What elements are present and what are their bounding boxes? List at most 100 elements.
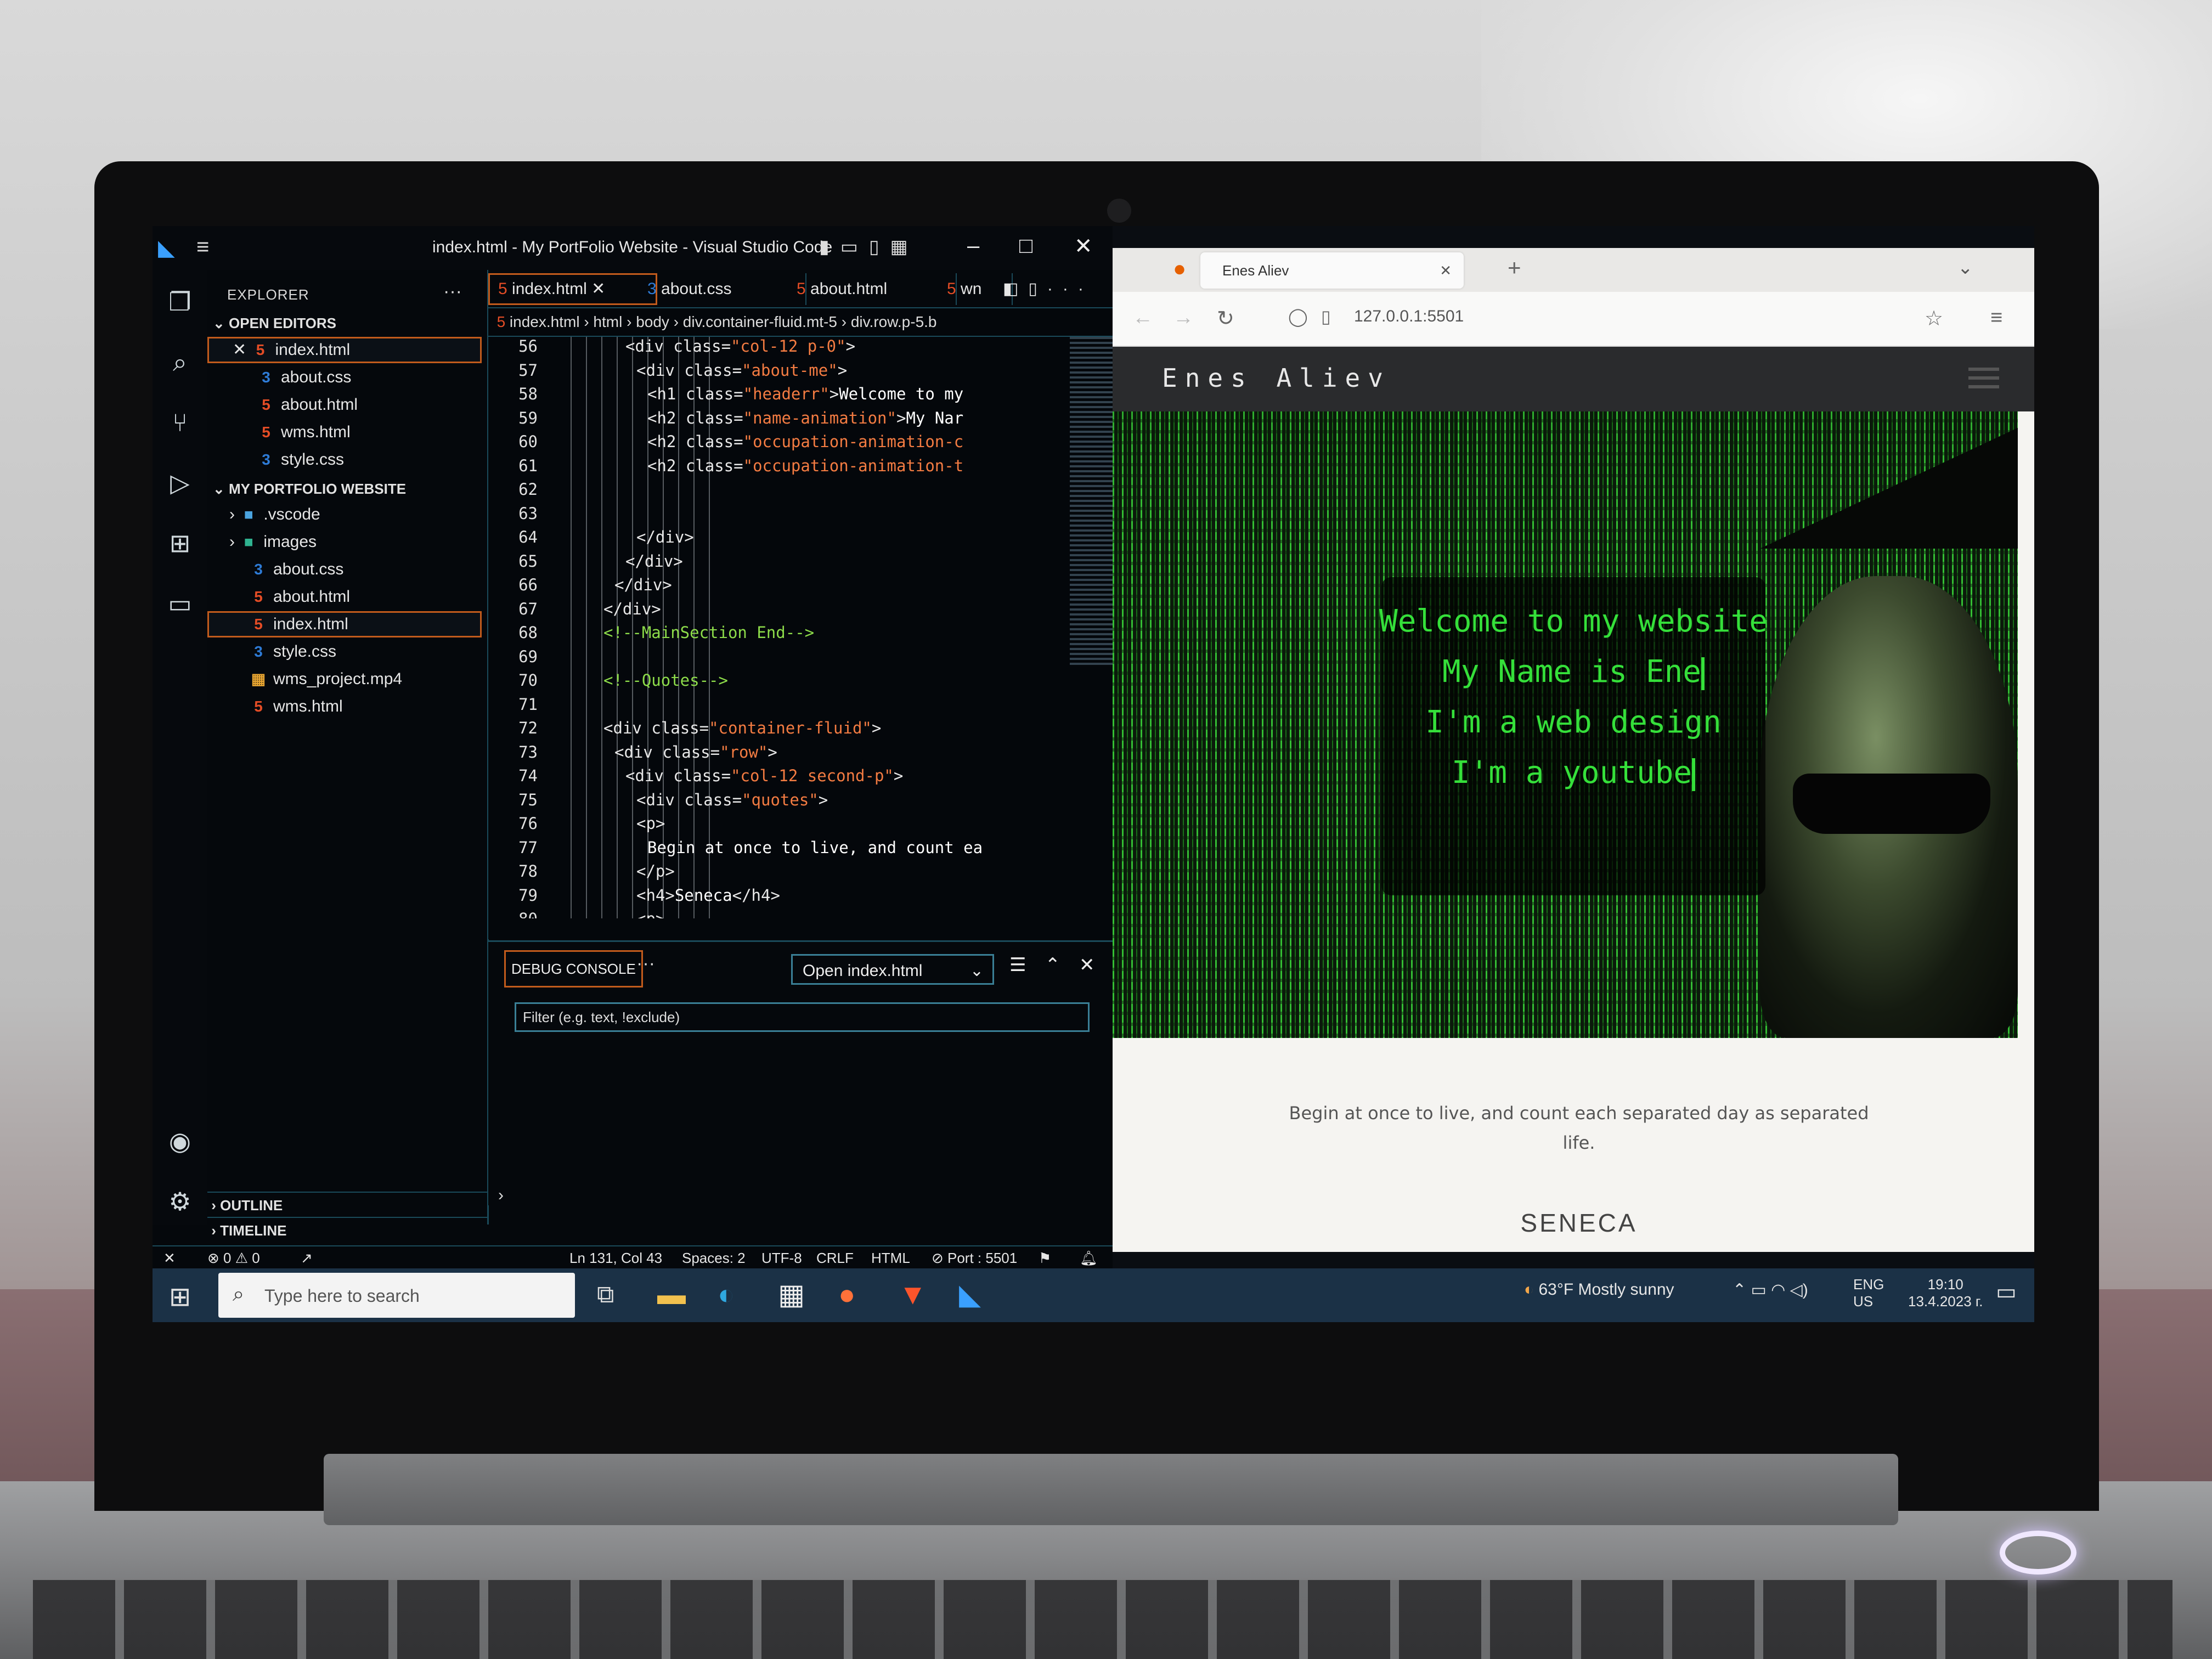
open-editor-item[interactable]: 3 about.css [207, 364, 482, 391]
code-line: <h2 class="name-animation">My Nar [647, 408, 964, 427]
run-debug-icon[interactable]: ▷ [165, 467, 195, 498]
tree-file[interactable]: ▦ wms_project.mp4 [207, 666, 482, 692]
problems-count[interactable]: ⊗ 0 ⚠ 0 [207, 1246, 260, 1269]
timeline-section[interactable]: › TIMELINE [207, 1217, 487, 1245]
project-section[interactable]: ⌄ MY PORTFOLIO WEBSITE [213, 481, 406, 498]
open-editor-item[interactable]: ✕ 5 index.html [207, 337, 482, 363]
navbar-toggler-icon[interactable] [1968, 368, 1999, 390]
line-number: 59 [518, 408, 538, 427]
open-editor-item[interactable]: 3 style.css [207, 447, 482, 473]
vscode-taskbar-icon[interactable]: ◣ [959, 1279, 981, 1310]
extensions-icon[interactable]: ⊞ [165, 528, 195, 558]
code-line: <h1 class="headerr">Welcome to my [647, 385, 964, 403]
tab-about-css[interactable]: 3 about.css [637, 273, 806, 305]
open-editor-item[interactable]: 5 wms.html [207, 419, 482, 445]
new-tab-icon[interactable]: + [1508, 255, 1521, 281]
tree-folder[interactable]: › ■ images [207, 529, 482, 555]
minimap[interactable] [1070, 337, 1113, 666]
laptop-hinge [324, 1454, 1898, 1525]
weather-widget[interactable]: ◐ 63°F Mostly sunny [1524, 1280, 1674, 1299]
web-page: Enes Aliev Welcome to my website My Name… [1113, 347, 2034, 1252]
forward-icon[interactable]: → [1173, 306, 1194, 330]
shield-icon[interactable]: ◯ [1288, 306, 1308, 327]
store-icon[interactable]: ▦ [778, 1279, 805, 1310]
explorer-title: EXPLORER [227, 286, 309, 303]
panel-actions-icons[interactable]: ☰⌃✕ [1009, 954, 1113, 976]
back-icon[interactable]: ← [1132, 306, 1153, 330]
status-bar: ✕ ⊗ 0 ⚠ 0 ↗ Ln 131, Col 43 Spaces: 2 UTF… [153, 1245, 1113, 1269]
hero-name: My Name is Ene [1376, 654, 1771, 690]
html-file-icon: 5 [262, 424, 270, 441]
notifications-icon[interactable]: 🔔︎ [1080, 1246, 1098, 1269]
tree-folder[interactable]: › ■ .vscode [207, 501, 482, 528]
reload-icon[interactable]: ↻ [1217, 306, 1234, 331]
close-tab-icon[interactable]: ✕ [1440, 252, 1452, 289]
edge-icon[interactable]: ◐ [718, 1279, 735, 1310]
brave-icon[interactable]: ▼ [899, 1279, 927, 1310]
notification-center-icon[interactable]: ▭ [1996, 1279, 2017, 1305]
encoding[interactable]: UTF-8 [761, 1246, 802, 1269]
tree-file-selected[interactable]: 5 index.html [207, 611, 482, 637]
input-language[interactable]: ENG US [1853, 1276, 1884, 1310]
taskbar-search[interactable]: ⌕ Type here to search [218, 1273, 575, 1318]
panel-more-icon[interactable]: ··· [636, 953, 655, 974]
line-ending[interactable]: CRLF [816, 1246, 854, 1269]
clock[interactable]: 19:10 13.4.2023 г. [1908, 1276, 1983, 1310]
tab-about-html[interactable]: 5 about.html [787, 273, 957, 305]
url-bar[interactable]: 127.0.0.1:5501 [1354, 307, 1464, 326]
site-brand[interactable]: Enes Aliev [1162, 363, 1391, 393]
windows-start-icon[interactable]: ⊞ [169, 1282, 191, 1312]
close-icon[interactable]: ✕ [233, 341, 251, 359]
explorer-icon[interactable]: ❐ [165, 286, 195, 317]
html-file-icon: 5 [496, 313, 506, 330]
remote-icon[interactable]: ✕ [163, 1246, 176, 1269]
browser-tab[interactable]: Enes Aliev ✕ [1200, 252, 1464, 289]
search-icon: ⌕ [233, 1283, 245, 1306]
filter-input[interactable]: Filter (e.g. text, !exclude) [515, 1002, 1090, 1032]
tab-index-html[interactable]: 5 index.html ✕ [488, 273, 657, 305]
breadcrumb[interactable]: 5 index.html › html › body › div.contain… [488, 308, 1113, 337]
tree-file[interactable]: 5 wms.html [207, 693, 482, 720]
remote-explorer-icon[interactable]: ▭ [165, 588, 195, 619]
app-menu-icon[interactable]: ≡ [1990, 306, 2002, 330]
tree-file[interactable]: 3 style.css [207, 639, 482, 665]
tree-file[interactable]: 3 about.css [207, 556, 482, 583]
firefox-menu-icon[interactable]: ● [1173, 257, 1186, 281]
live-share-icon[interactable]: ↗ [301, 1246, 313, 1269]
open-editor-item[interactable]: 5 about.html [207, 392, 482, 418]
search-icon[interactable]: ⌕ [165, 347, 195, 377]
minimize-icon[interactable]: – [967, 234, 979, 258]
source-control-icon[interactable]: ⑂ [165, 407, 195, 438]
bookmark-star-icon[interactable]: ☆ [1925, 306, 1943, 331]
tree-file[interactable]: 5 about.html [207, 584, 482, 610]
debug-session-select[interactable]: Open index.html ⌄ [791, 954, 994, 985]
cursor-position[interactable]: Ln 131, Col 43 [569, 1246, 662, 1269]
code-editor[interactable]: 56 <div class="col-12 p-0"> 57 <div class="… [488, 337, 1070, 918]
more-actions-icon[interactable]: ··· [443, 281, 462, 302]
hamburger-menu-icon[interactable]: ≡ [196, 235, 209, 259]
outline-section[interactable]: › OUTLINE [207, 1192, 487, 1218]
account-icon[interactable]: ◉ [165, 1126, 195, 1156]
settings-gear-icon[interactable]: ⚙ [165, 1186, 195, 1217]
tray-icons[interactable]: ⌃ ▭ ◠ ◁) [1733, 1280, 1808, 1300]
live-server-port[interactable]: ⊘ Port : 5501 [932, 1246, 1017, 1269]
close-tab-icon[interactable]: ✕ [591, 280, 605, 298]
code-line: <!--MainSection End--> [603, 623, 815, 642]
layout-toggle-icons[interactable]: ▮▭▯▦ [819, 236, 919, 258]
list-tabs-icon[interactable]: ⌄ [1957, 257, 1973, 279]
hero-occupation-2: I'm a youtube [1376, 755, 1771, 791]
tab-debug-console[interactable]: DEBUG CONSOLE [504, 950, 643, 988]
chevron-down-icon: ⌄ [969, 962, 984, 980]
task-view-icon[interactable]: ⧉ [597, 1279, 614, 1310]
close-icon[interactable]: ✕ [1074, 234, 1093, 259]
open-editors-section[interactable]: ⌄ OPEN EDITORS [213, 315, 336, 332]
file-explorer-icon[interactable]: ▬ [657, 1279, 686, 1310]
feedback-icon[interactable]: ⚑ [1039, 1246, 1051, 1269]
code-line: </div> [614, 575, 672, 594]
editor-actions-icons[interactable]: ◧▯··· [993, 273, 1128, 305]
firefox-icon[interactable]: ● [838, 1279, 855, 1310]
maximize-icon[interactable]: □ [1019, 234, 1032, 258]
language-mode[interactable]: HTML [871, 1246, 910, 1269]
indentation[interactable]: Spaces: 2 [682, 1246, 746, 1269]
line-number: 79 [518, 885, 538, 905]
